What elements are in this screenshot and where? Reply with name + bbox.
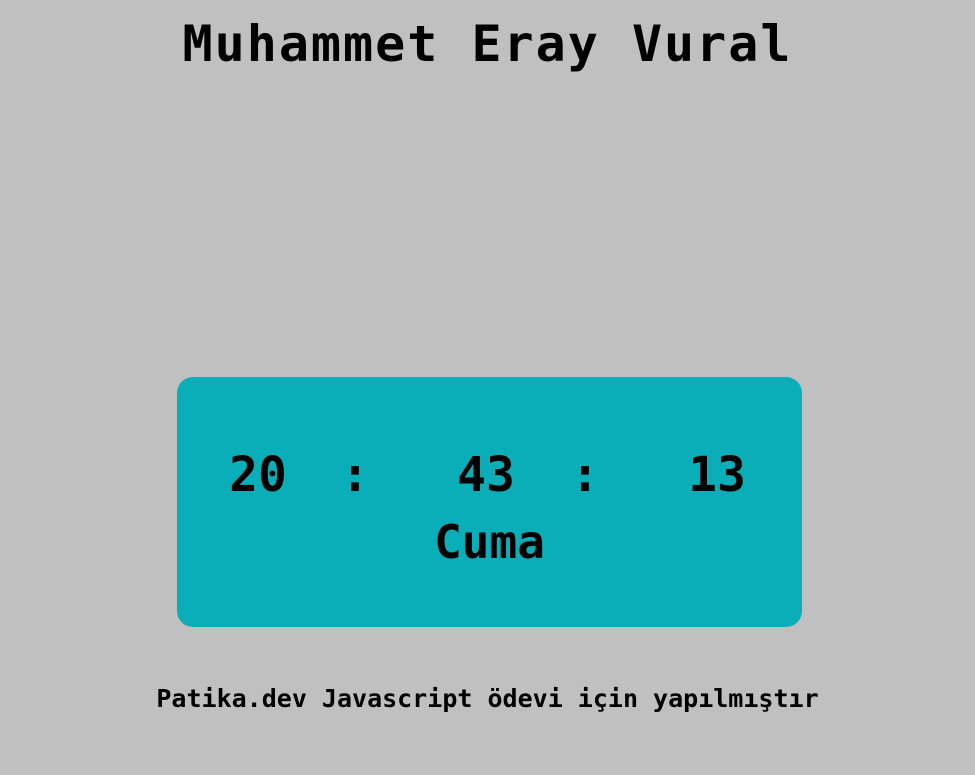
clock-separator: : bbox=[570, 447, 600, 503]
page-title: Muhammet Eray Vural bbox=[182, 15, 793, 73]
clock-day: Cuma bbox=[434, 515, 545, 569]
footer-text: Patika.dev Javascript ödevi için yapılmı… bbox=[156, 684, 819, 713]
clock-time: 20 : 43 : 13 bbox=[177, 445, 802, 505]
clock-seconds: 13 bbox=[688, 447, 746, 503]
clock-minutes: 43 bbox=[457, 447, 515, 503]
clock-hours: 20 bbox=[229, 447, 287, 503]
clock-separator: : bbox=[340, 447, 370, 503]
